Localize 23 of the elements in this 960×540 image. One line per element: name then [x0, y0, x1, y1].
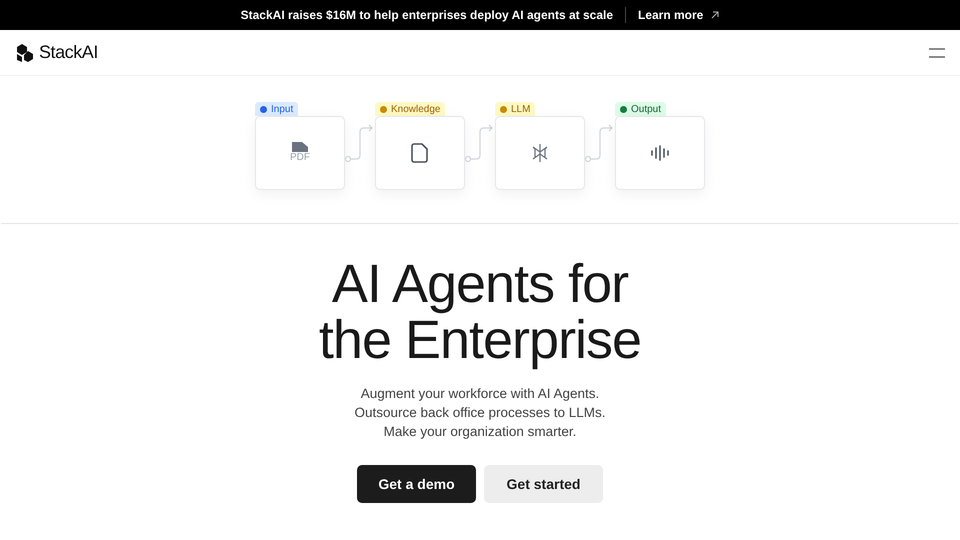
learn-more-link[interactable]: Learn more [638, 6, 720, 24]
node-card[interactable] [615, 116, 705, 190]
hero-title: the Enterprise [318, 312, 642, 368]
hero-subtitle: Augment your workforce with AI Agents. [360, 385, 600, 403]
network-icon [531, 143, 549, 163]
hero-title: AI Agents for [332, 256, 628, 312]
start-button[interactable]: Get started [484, 465, 603, 503]
node-card[interactable] [495, 116, 585, 190]
node-tag: LLM [495, 102, 536, 116]
menu-icon[interactable] [929, 46, 945, 58]
hero-subtitle: Outsource back office processes to LLMs. [354, 404, 606, 422]
logo-icon [15, 42, 35, 62]
node-card[interactable] [375, 116, 465, 190]
arrow-icon [711, 11, 720, 19]
node-tag: Input [255, 102, 298, 116]
logo-text: StackAI [39, 41, 98, 64]
node-tag: Output [615, 102, 666, 116]
document-icon [411, 143, 429, 163]
node-tag: Knowledge [375, 102, 446, 116]
hero-subtitle: Make your organization smarter. [384, 423, 576, 441]
waveform-icon [650, 145, 670, 161]
announcement-text: StackAI raises $16M to help enterprises deploy AI agents at scale [240, 7, 613, 24]
demo-button[interactable]: Get a demo [357, 465, 476, 503]
